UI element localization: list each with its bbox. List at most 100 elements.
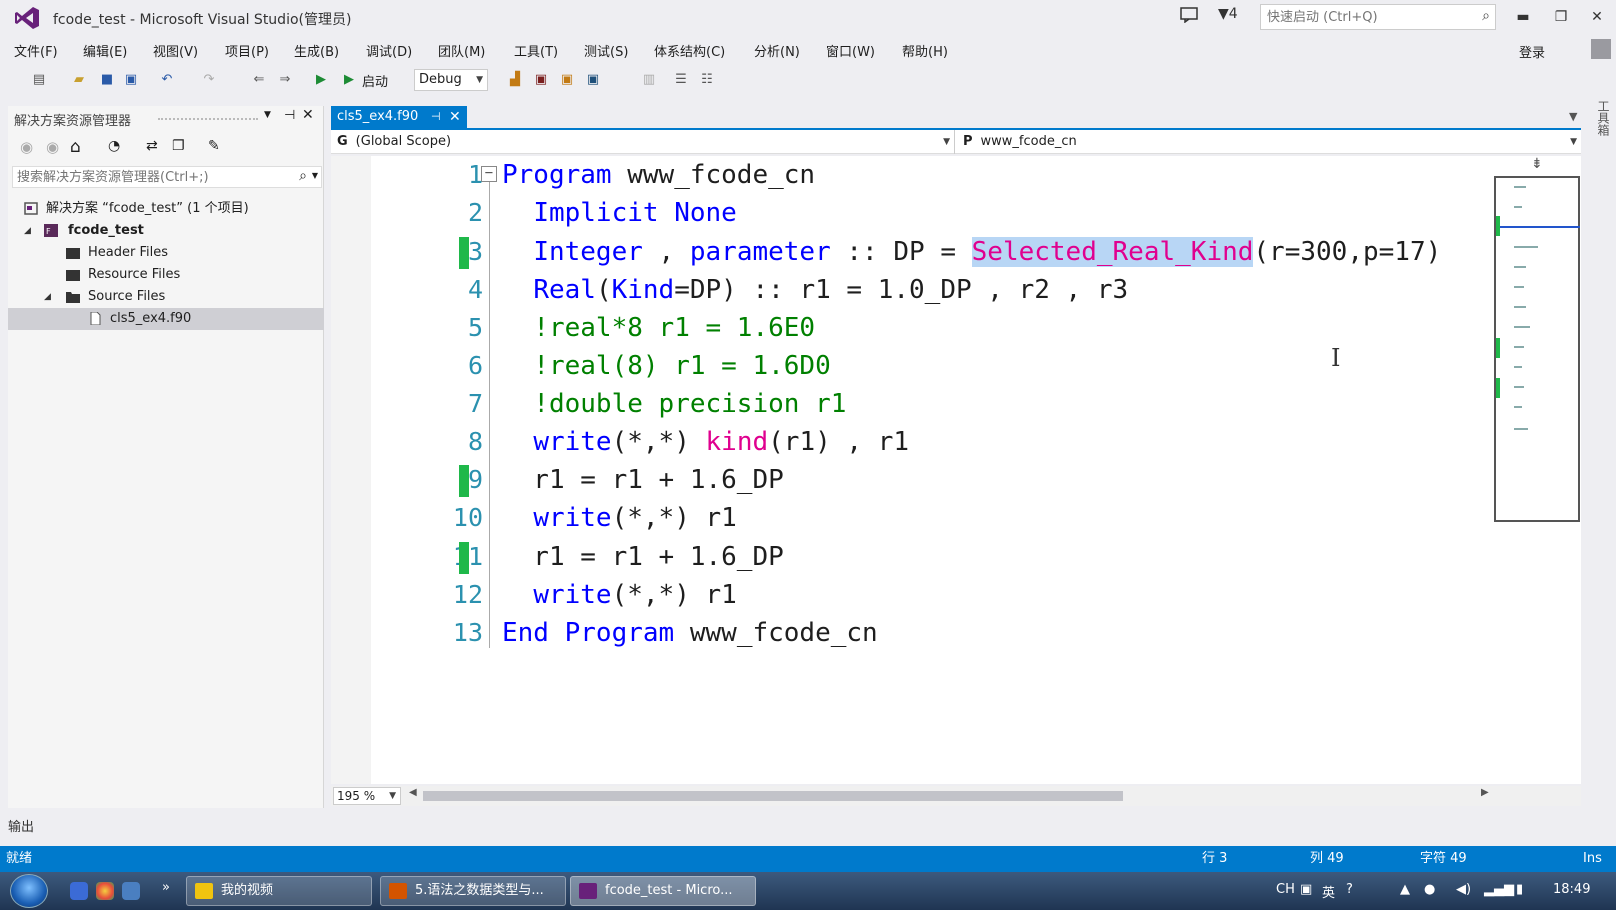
menu-tools[interactable]: 工具(T) [514, 41, 558, 60]
tree-item-source-files[interactable]: ◢ Source Files [8, 286, 324, 308]
expanded-arrow-icon[interactable]: ◢ [44, 286, 51, 308]
menu-architecture[interactable]: 体系结构(C) [654, 41, 725, 60]
back-icon[interactable]: ◉ [20, 138, 33, 156]
bookmark-icon[interactable]: ▣ [532, 71, 550, 89]
menu-debug[interactable]: 调试(D) [366, 41, 412, 60]
restore-button[interactable]: ❐ [1546, 6, 1576, 28]
scroll-right-icon[interactable]: ▶ [1481, 787, 1489, 798]
close-icon[interactable]: ✕ [449, 106, 461, 128]
feedback-filter-icon[interactable]: ▼4 [1218, 6, 1238, 22]
toolbox-side-tab[interactable]: 工具箱 [1592, 100, 1612, 160]
save-all-icon[interactable]: ▣ [122, 71, 140, 89]
taskbar-clock[interactable]: 18:49 [1553, 882, 1590, 897]
taskbar-item-visual-studio[interactable]: fcode_test - Micro... [570, 876, 756, 906]
split-view-icon[interactable]: ⇟ [1531, 156, 1543, 172]
code-editor[interactable]: − 1 Program www_fcode_cn 2 Implicit None … [331, 156, 1581, 784]
chrome-icon[interactable] [96, 882, 114, 900]
comment-icon[interactable]: ▥ [640, 71, 658, 89]
scrollbar-minimap[interactable] [1494, 176, 1580, 522]
forward-icon[interactable]: ◉ [46, 138, 59, 156]
sync-icon[interactable]: ⇄ [146, 138, 158, 154]
start-button[interactable] [10, 874, 48, 908]
menu-test[interactable]: 测试(S) [584, 41, 628, 60]
scroll-left-icon[interactable]: ◀ [409, 787, 417, 798]
code-line[interactable]: 12 write(*,*) r1 [331, 576, 1491, 614]
menu-view[interactable]: 视图(V) [153, 41, 198, 60]
code-line[interactable]: 11 r1 = r1 + 1.6_DP [331, 538, 1491, 576]
show-desktop-icon[interactable] [122, 882, 140, 900]
code-line[interactable]: 6 !real(8) r1 = 1.6D0 [331, 347, 1491, 385]
ime-mode[interactable]: 英 [1322, 882, 1335, 901]
solution-search-box[interactable]: ⌕ ▼ [12, 166, 322, 188]
new-project-icon[interactable]: ▤ [30, 71, 48, 89]
network-icon[interactable]: ▂▄▆ [1484, 882, 1514, 897]
save-icon[interactable]: ■ [98, 71, 116, 89]
menu-team[interactable]: 团队(M) [438, 41, 485, 60]
pin-icon[interactable]: ⊣ [284, 108, 295, 123]
indent-icon[interactable]: ☰ [672, 71, 690, 89]
search-icon[interactable]: ⌕ [1482, 8, 1490, 24]
qq-icon[interactable]: ● [1424, 882, 1435, 897]
member-dropdown[interactable]: Pwww_fcode_cn ▼ [957, 130, 1581, 154]
input-language[interactable]: CH [1276, 882, 1295, 897]
notification-icon[interactable] [1180, 7, 1198, 23]
zoom-select[interactable]: 195 % ▼ [333, 787, 401, 805]
start-without-debug-icon[interactable]: ▶ [312, 71, 330, 89]
tab-cls5-ex4[interactable]: cls5_ex4.f90 ⊣ ✕ [331, 106, 467, 128]
chevron-down-icon[interactable]: ▼ [312, 171, 318, 180]
taskbar-item-videos[interactable]: 我的视频 [186, 876, 372, 906]
login-link[interactable]: 登录 [1519, 42, 1545, 61]
properties-icon[interactable]: ✎ [208, 138, 220, 154]
navigate-forward-icon[interactable]: ⇒ [276, 71, 294, 89]
toolbar-icon-4[interactable]: ▣ [584, 71, 602, 89]
tree-item-resource-files[interactable]: Resource Files [8, 264, 324, 286]
code-line[interactable]: 7 !double precision r1 [331, 385, 1491, 423]
menu-file[interactable]: 文件(F) [14, 41, 58, 60]
scope-dropdown[interactable]: G (Global Scope) ▼ [331, 130, 955, 154]
ime-icon[interactable]: ▣ [1300, 882, 1312, 897]
minimize-button[interactable]: ▬ [1508, 6, 1538, 28]
code-line[interactable]: 3 Integer , parameter :: DP = Selected_R… [331, 233, 1491, 271]
expanded-arrow-icon[interactable]: ◢ [24, 220, 31, 242]
volume-icon[interactable]: ◀) [1456, 882, 1471, 897]
close-icon[interactable]: ✕ [302, 107, 314, 123]
quick-launch-input[interactable] [1261, 5, 1461, 29]
solution-configuration-select[interactable]: Debug ▼ [414, 69, 488, 91]
undo-icon[interactable]: ↶ [158, 71, 176, 89]
home-icon[interactable]: ⌂ [70, 137, 81, 157]
menu-edit[interactable]: 编辑(E) [83, 41, 127, 60]
tree-item-project[interactable]: ◢ F fcode_test [8, 220, 324, 242]
navigate-backward-icon[interactable]: ⇐ [250, 71, 268, 89]
search-icon[interactable]: ⌕ [299, 168, 307, 184]
show-hidden-icons-icon[interactable]: ▲ [1400, 882, 1410, 897]
solution-search-input[interactable] [13, 167, 283, 187]
taskbar-item-powerpoint[interactable]: 5.语法之数据类型与... [380, 876, 566, 906]
close-button[interactable]: ✕ [1582, 6, 1612, 28]
collapse-all-icon[interactable]: ❐ [172, 138, 185, 154]
tree-item-source-file[interactable]: cls5_ex4.f90 [8, 308, 324, 330]
code-line[interactable]: 1 Program www_fcode_cn [331, 156, 1491, 194]
code-line[interactable]: 2 Implicit None [331, 194, 1491, 232]
help-icon[interactable]: ? [1346, 882, 1353, 897]
outdent-icon[interactable]: ☷ [698, 71, 716, 89]
pin-icon[interactable]: ⊣ [431, 106, 441, 128]
tree-item-header-files[interactable]: Header Files [8, 242, 324, 264]
open-file-icon[interactable]: ▰ [70, 71, 88, 89]
menu-analyze[interactable]: 分析(N) [754, 41, 800, 60]
power-icon[interactable]: ▮ [1516, 882, 1523, 897]
quicklaunch-a-icon[interactable] [70, 882, 88, 900]
chevron-down-icon[interactable]: ▼ [1569, 110, 1577, 123]
account-icon[interactable] [1591, 39, 1611, 59]
menu-help[interactable]: 帮助(H) [902, 41, 948, 60]
toolbar-icon-3[interactable]: ▣ [558, 71, 576, 89]
start-debug-label[interactable]: 启动 [362, 71, 388, 90]
code-line[interactable]: 13 End Program www_fcode_cn [331, 614, 1491, 652]
more-quicklaunch-icon[interactable]: » [162, 880, 170, 895]
drag-handle[interactable] [158, 118, 258, 121]
code-line[interactable]: 4 Real(Kind=DP) :: r1 = 1.0_DP , r2 , r3 [331, 271, 1491, 309]
code-line[interactable]: 9 r1 = r1 + 1.6_DP [331, 461, 1491, 499]
code-line[interactable]: 5 !real*8 r1 = 1.6E0 [331, 309, 1491, 347]
horizontal-scrollbar-thumb[interactable] [423, 791, 1123, 801]
pending-changes-icon[interactable]: ◔ [108, 138, 120, 154]
tree-item-solution[interactable]: 解决方案 “fcode_test” (1 个项目) [8, 198, 324, 220]
